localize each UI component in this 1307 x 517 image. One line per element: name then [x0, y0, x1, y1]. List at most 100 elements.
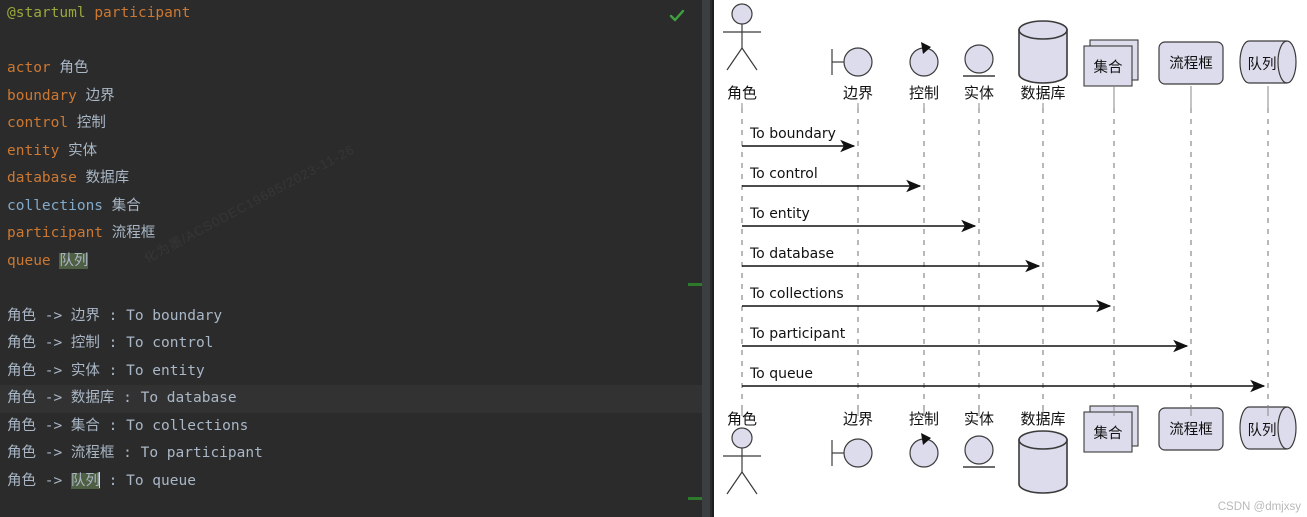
participant-label: 流程框 — [1169, 55, 1213, 72]
code-line[interactable]: participant 流程框 — [0, 220, 710, 248]
messages-group: To boundary To control To entity To databas… — [742, 126, 1266, 393]
participant-label: 角色 — [727, 84, 757, 102]
participant-label: 集合 — [1094, 425, 1123, 442]
actor-leg-left — [726, 471, 743, 495]
message-label: To database — [749, 246, 834, 262]
code-token: entity — [7, 142, 60, 159]
code-token: collections — [7, 197, 104, 214]
code-editor-pane[interactable]: @startuml participant actor 角色 boundary 边… — [0, 0, 710, 517]
code-token: 集合 — [103, 197, 141, 214]
app-root: @startuml participant actor 角色 boundary 边… — [0, 0, 1307, 517]
code-line[interactable]: 角色 -> 数据库 : To database — [0, 385, 710, 413]
participant-database — [1018, 430, 1068, 494]
sequence-diagram-svg: To boundary To control To entity To databas… — [723, 3, 1297, 495]
participant-heads-group: 角色 边界 控制 实体 数据库 集合 流程框 队列 — [723, 3, 1297, 108]
participant-actor — [723, 3, 761, 71]
code-line[interactable]: 角色 -> 集合 : To collections — [0, 413, 710, 441]
message-label: To participant — [749, 326, 846, 342]
participant-control — [909, 42, 939, 77]
code-line[interactable]: control 控制 — [0, 110, 710, 138]
code-token: : To queue — [99, 472, 196, 489]
code-line[interactable] — [0, 28, 710, 56]
message-label: To control — [749, 166, 818, 182]
participant-entity — [963, 435, 995, 468]
code-line[interactable]: entity 实体 — [0, 138, 710, 166]
participant-entity — [963, 44, 995, 77]
code-token: 角色 -> — [7, 472, 71, 489]
code-line[interactable]: queue 队列 — [0, 248, 710, 276]
entity-circle-icon — [964, 435, 994, 465]
code-token: 控制 — [68, 115, 106, 131]
code-line[interactable]: database 数据库 — [0, 165, 710, 193]
code-token: 角色 -> 数据库 : To database — [7, 390, 237, 406]
code-line[interactable]: actor 角色 — [0, 55, 710, 83]
code-token: 边界 — [76, 87, 115, 104]
code-token: participant — [7, 225, 104, 241]
selected-text: 队列 — [70, 472, 100, 489]
code-token: 角色 -> 边界 : To boundary — [7, 307, 223, 324]
code-line[interactable]: boundary 边界 — [0, 83, 710, 111]
actor-leg-left — [726, 47, 743, 71]
participant-label: 队列 — [1248, 56, 1277, 73]
code-token: participant — [94, 5, 191, 21]
selected-text: 队列 — [59, 252, 89, 269]
participant-database — [1018, 20, 1068, 84]
participant-boundary — [831, 47, 873, 77]
code-line[interactable]: 角色 -> 边界 : To boundary — [0, 303, 710, 331]
participant-label: 队列 — [1248, 422, 1277, 439]
participant-actor — [723, 427, 761, 495]
code-token: 角色 -> 控制 : To control — [7, 335, 214, 351]
code-token: 实体 — [59, 142, 98, 159]
ruler-marker[interactable] — [688, 283, 702, 286]
overview-ruler[interactable] — [688, 0, 702, 517]
code-token: @startuml — [7, 5, 86, 21]
participant-label: 实体 — [964, 84, 994, 102]
uml-sequence-diagram-pane: To boundary To control To entity To databas… — [712, 0, 1307, 517]
code-line[interactable]: 角色 -> 流程框 : To participant — [0, 440, 710, 468]
database-top-icon — [1018, 430, 1068, 450]
code-token: 数据库 — [76, 170, 130, 186]
code-token: queue — [7, 252, 51, 269]
code-token: actor — [7, 60, 51, 76]
participant-label: 集合 — [1094, 59, 1123, 76]
code-token: database — [7, 170, 77, 186]
code-token: 角色 — [50, 60, 89, 76]
participant-boundary — [831, 438, 873, 468]
participant-feet-group: 角色 边界 控制 实体 数据库集合 流程框 队列 — [723, 405, 1297, 495]
code-token: 流程框 — [103, 225, 156, 241]
code-token: control — [7, 115, 69, 131]
boundary-circle-icon — [843, 47, 873, 77]
actor-head-icon — [731, 427, 753, 449]
code-line[interactable]: 角色 -> 实体 : To entity — [0, 358, 710, 386]
participant-label: 流程框 — [1169, 421, 1213, 438]
code-token: 角色 -> 集合 : To collections — [7, 417, 249, 434]
participant-control — [909, 433, 939, 468]
code-line[interactable]: collections 集合 — [0, 193, 710, 221]
check-icon — [669, 9, 685, 22]
code-lines[interactable]: @startuml participant actor 角色 boundary 边… — [0, 0, 710, 495]
participant-label: 边界 — [843, 84, 873, 102]
code-line[interactable]: @startuml participant — [0, 0, 710, 28]
actor-leg-right — [741, 47, 758, 71]
actor-head-icon — [731, 3, 753, 25]
code-token: 角色 -> 实体 : To entity — [7, 362, 205, 379]
code-token: 角色 -> 流程框 : To participant — [7, 445, 263, 461]
actor-leg-right — [741, 471, 758, 495]
editor-scroll-gutter[interactable] — [702, 0, 710, 517]
message-label: To entity — [749, 206, 810, 222]
csdn-watermark: CSDN @dmjxsy — [1217, 501, 1301, 513]
database-top-icon — [1018, 20, 1068, 40]
code-line[interactable]: 角色 -> 控制 : To control — [0, 330, 710, 358]
message-label: To collections — [749, 286, 844, 302]
participant-label: 控制 — [909, 84, 939, 102]
boundary-circle-icon — [843, 438, 873, 468]
message-label: To boundary — [749, 126, 836, 142]
entity-circle-icon — [964, 44, 994, 74]
code-line[interactable] — [0, 275, 710, 303]
lifelines-group — [741, 108, 1269, 416]
code-token: boundary — [7, 87, 77, 104]
ruler-marker[interactable] — [688, 497, 702, 500]
code-line[interactable]: 角色 -> 队列 : To queue — [0, 468, 710, 496]
message-label: To queue — [749, 366, 813, 382]
